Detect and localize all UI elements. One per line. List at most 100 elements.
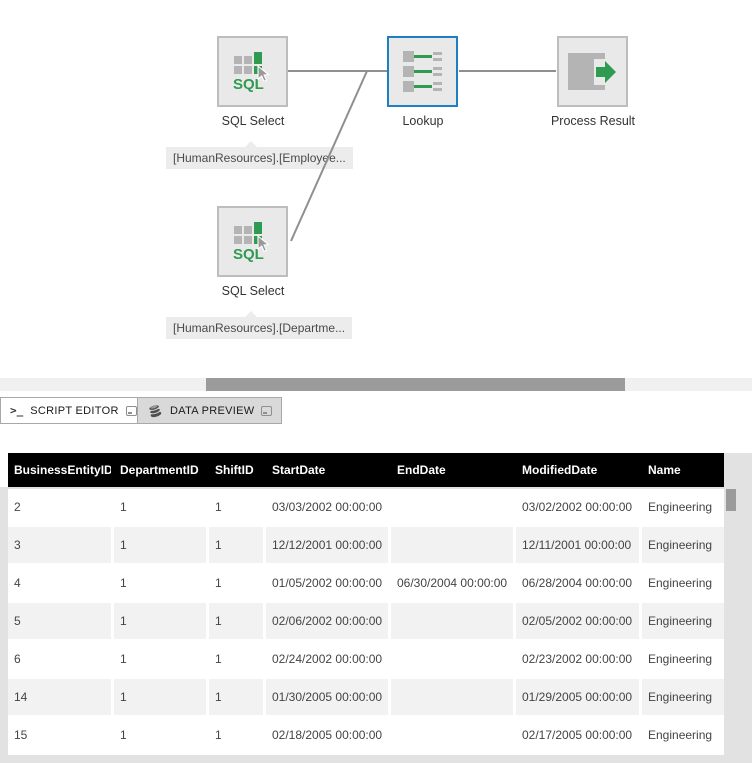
table-cell: 1 — [114, 679, 206, 715]
window-icon[interactable] — [261, 406, 272, 416]
tooltip-text: [HumanResources].[Departme... — [173, 321, 345, 335]
tab-script-editor[interactable]: >_ SCRIPT EDITOR — [0, 397, 147, 424]
table-cell: 1 — [114, 717, 206, 753]
table-header: BusinessEntityIDDepartmentIDShiftIDStart… — [8, 453, 724, 487]
process-result-icon — [567, 50, 618, 94]
tab-data-preview[interactable]: DATA PREVIEW — [137, 397, 282, 424]
vertical-scrollbar-thumb[interactable] — [726, 489, 736, 511]
database-icon — [147, 404, 163, 418]
table-cell: 12/11/2001 00:00:00 — [516, 527, 639, 563]
table-cell: 14 — [8, 679, 111, 715]
connection-wires — [0, 0, 752, 378]
table-row[interactable]: 51102/06/2002 00:00:0002/05/2002 00:00:0… — [8, 603, 724, 639]
sql-select-icon: SQL — [232, 220, 274, 264]
node-box-selected[interactable] — [387, 36, 458, 107]
table-cell: 1 — [209, 679, 263, 715]
node-box[interactable]: SQL — [217, 36, 288, 107]
node-source-tooltip: [HumanResources].[Departme... — [166, 317, 352, 339]
table-cell: Engineering — [642, 679, 724, 715]
node-process-result[interactable]: Process Result — [557, 36, 628, 107]
table-cell: 1 — [209, 527, 263, 563]
workflow-canvas[interactable]: [HumanResources].[Employee... [HumanReso… — [0, 0, 752, 378]
tab-label: DATA PREVIEW — [170, 405, 254, 417]
table-cell: 1 — [114, 527, 206, 563]
column-header[interactable]: BusinessEntityID — [8, 453, 111, 487]
column-header[interactable]: EndDate — [391, 453, 513, 487]
table-row[interactable]: 61102/24/2002 00:00:0002/23/2002 00:00:0… — [8, 641, 724, 677]
node-box[interactable]: SQL — [217, 206, 288, 277]
tab-label: SCRIPT EDITOR — [30, 405, 118, 417]
table-row[interactable]: 141101/30/2005 00:00:0001/29/2005 00:00:… — [8, 679, 724, 715]
table-cell: 02/24/2002 00:00:00 — [266, 641, 388, 677]
horizontal-scrollbar-thumb[interactable] — [206, 378, 625, 391]
table-cell: 6 — [8, 641, 111, 677]
table-cell: 1 — [114, 565, 206, 601]
table-row[interactable]: 31112/12/2001 00:00:0012/11/2001 00:00:0… — [8, 527, 724, 563]
table-cell: 02/23/2002 00:00:00 — [516, 641, 639, 677]
column-header[interactable]: DepartmentID — [114, 453, 206, 487]
pane-background — [724, 453, 752, 487]
table-cell — [391, 527, 513, 563]
window-icon[interactable] — [126, 406, 137, 416]
table-cell: Engineering — [642, 641, 724, 677]
table-cell: 1 — [209, 641, 263, 677]
node-label: Lookup — [348, 114, 498, 128]
node-lookup[interactable]: Lookup — [387, 36, 458, 107]
sql-select-icon: SQL — [232, 50, 274, 94]
horizontal-scrollbar[interactable] — [0, 378, 752, 391]
column-header[interactable]: ShiftID — [209, 453, 263, 487]
table-cell: 12/12/2001 00:00:00 — [266, 527, 388, 563]
node-sql-select-1[interactable]: SQL SQL Select — [217, 36, 288, 107]
table-cell: 5 — [8, 603, 111, 639]
table-cell: 1 — [114, 641, 206, 677]
table-cell — [391, 641, 513, 677]
column-header[interactable]: StartDate — [266, 453, 388, 487]
table-cell: 06/28/2004 00:00:00 — [516, 565, 639, 601]
node-source-tooltip: [HumanResources].[Employee... — [166, 147, 353, 169]
table-cell: Engineering — [642, 717, 724, 753]
table-cell: 2 — [8, 489, 111, 525]
terminal-icon: >_ — [10, 404, 23, 417]
table-cell — [391, 489, 513, 525]
table-cell: 1 — [209, 717, 263, 753]
table-row[interactable]: 41101/05/2002 00:00:0006/30/2004 00:00:0… — [8, 565, 724, 601]
table-cell: 03/02/2002 00:00:00 — [516, 489, 639, 525]
tooltip-arrow — [244, 311, 258, 318]
column-header[interactable]: ModifiedDate — [516, 453, 639, 487]
table-cell: 02/18/2005 00:00:00 — [266, 717, 388, 753]
table-cell: 3 — [8, 527, 111, 563]
table-cell: 1 — [209, 489, 263, 525]
table-body: 21103/03/2002 00:00:0003/02/2002 00:00:0… — [8, 489, 724, 755]
node-sql-select-2[interactable]: SQL SQL Select — [217, 206, 288, 277]
preview-pane: >_ SCRIPT EDITOR DATA PREVIEW BusinessEn… — [0, 397, 752, 763]
lookup-icon — [403, 51, 443, 92]
table-cell: 1 — [209, 603, 263, 639]
table-cell: 06/30/2004 00:00:00 — [391, 565, 513, 601]
column-header[interactable]: Name — [642, 453, 724, 487]
table-cell — [391, 603, 513, 639]
table-cell: 1 — [209, 565, 263, 601]
table-cell — [391, 679, 513, 715]
table-row[interactable]: 151102/18/2005 00:00:0002/17/2005 00:00:… — [8, 717, 724, 753]
node-box[interactable] — [557, 36, 628, 107]
node-label: SQL Select — [178, 114, 328, 128]
tooltip-arrow — [244, 141, 258, 148]
table-cell: Engineering — [642, 565, 724, 601]
tooltip-text: [HumanResources].[Employee... — [173, 151, 346, 165]
table-cell: 01/05/2002 00:00:00 — [266, 565, 388, 601]
table-cell: Engineering — [642, 603, 724, 639]
table-cell: Engineering — [642, 527, 724, 563]
table-cell: 01/30/2005 00:00:00 — [266, 679, 388, 715]
node-label: SQL Select — [178, 284, 328, 298]
table-cell: 1 — [114, 489, 206, 525]
table-cell: 02/17/2005 00:00:00 — [516, 717, 639, 753]
node-label: Process Result — [518, 114, 668, 128]
table-cell — [391, 717, 513, 753]
table-row[interactable]: 21103/03/2002 00:00:0003/02/2002 00:00:0… — [8, 489, 724, 525]
etl-designer-window: [HumanResources].[Employee... [HumanReso… — [0, 0, 752, 763]
table-cell: Engineering — [642, 489, 724, 525]
table-cell: 02/06/2002 00:00:00 — [266, 603, 388, 639]
table-cell: 01/29/2005 00:00:00 — [516, 679, 639, 715]
table-cell: 15 — [8, 717, 111, 753]
table-cell: 4 — [8, 565, 111, 601]
